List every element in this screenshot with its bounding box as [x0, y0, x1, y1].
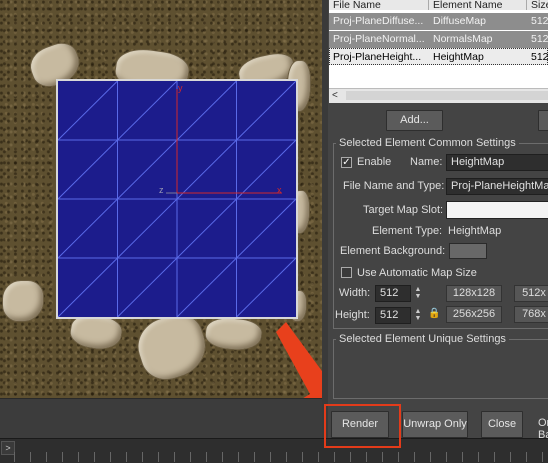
size-preset-128-button[interactable]: 128x128: [446, 285, 502, 302]
target-slot-label: Target Map Slot:: [363, 204, 444, 216]
name-label: Name:: [410, 156, 443, 168]
width-field[interactable]: 512: [375, 285, 411, 302]
target-slot-field[interactable]: [446, 201, 548, 219]
table-cell-size: 512x512: [531, 33, 548, 45]
element-type-value: HeightMap: [448, 225, 502, 237]
timeline-expand-button[interactable]: >: [1, 441, 15, 455]
filename-field[interactable]: Proj-PlaneHeightMap: [446, 178, 548, 195]
add-element-button[interactable]: Add...: [386, 110, 443, 131]
unique-settings-group: Selected Element Unique Settings: [333, 333, 548, 399]
height-spinner-icon[interactable]: ▲ ▼: [412, 308, 424, 323]
table-cell-size: 512x512: [531, 15, 548, 27]
table-row[interactable]: Proj-PlaneNormal... NormalsMap 512x512: [329, 31, 548, 48]
column-header-element-name[interactable]: Element Name: [429, 0, 527, 10]
unwrap-only-button[interactable]: Unwrap Only: [402, 411, 468, 438]
height-field[interactable]: 512: [375, 307, 411, 324]
height-label: Height:: [335, 309, 370, 321]
background-color-swatch[interactable]: [449, 243, 487, 259]
uv-wireframe: [58, 81, 296, 317]
scrollbar-thumb[interactable]: [346, 91, 548, 100]
unique-settings-legend: Selected Element Unique Settings: [339, 333, 506, 345]
auto-size-label: Use Automatic Map Size: [357, 267, 477, 279]
gizmo-y-label: y: [178, 83, 183, 93]
timeline-ticks[interactable]: [14, 452, 548, 462]
table-row-selected[interactable]: Proj-PlaneHeight... HeightMap 512x512: [329, 48, 548, 65]
uv-plane[interactable]: y x z: [56, 79, 298, 319]
edit-element-button[interactable]: [538, 110, 548, 131]
ori-label: Ori: [538, 417, 548, 429]
column-header-file-name[interactable]: File Name: [329, 0, 429, 10]
table-cell-file: Proj-PlaneNormal...: [333, 33, 425, 45]
render-highlight-box: [324, 404, 401, 448]
table-row[interactable]: Proj-PlaneDiffuse... DiffuseMap 512x512: [329, 13, 548, 30]
enable-label: Enable: [357, 156, 392, 168]
background-label: Element Background:: [340, 245, 446, 257]
auto-size-checkbox[interactable]: [341, 267, 352, 278]
size-preset-256-button[interactable]: 256x256: [446, 306, 502, 323]
filename-label: File Name and Type:: [343, 180, 445, 192]
size-preset-512-button[interactable]: 512x: [514, 285, 548, 302]
table-cell-element: DiffuseMap: [433, 15, 486, 27]
enable-checkbox[interactable]: ✓: [341, 157, 352, 168]
scroll-left-icon[interactable]: <: [332, 90, 338, 101]
table-cell-element: NormalsMap: [433, 33, 493, 45]
rock-left: [2, 280, 44, 322]
width-spinner-icon[interactable]: ▲ ▼: [412, 286, 424, 301]
table-cell-file: Proj-PlaneDiffuse...: [333, 15, 424, 27]
original-baked-labels: Ori Ba: [538, 417, 548, 441]
close-button[interactable]: Close: [481, 411, 523, 438]
gizmo-z-label: z: [159, 185, 164, 195]
gizmo-x-label: x: [277, 185, 282, 195]
width-label: Width:: [339, 287, 371, 299]
column-header-size[interactable]: Size: [527, 0, 548, 10]
name-field[interactable]: HeightMap: [446, 154, 548, 171]
rock-bottom-mid: [203, 315, 264, 353]
table-cell-element: HeightMap: [433, 51, 484, 63]
table-cell-size: 512x512: [531, 51, 548, 63]
size-preset-768-button[interactable]: 768x: [514, 306, 548, 323]
rock-bottom-center: [130, 307, 214, 387]
lock-icon[interactable]: 🔒: [428, 308, 440, 320]
output-table[interactable]: File Name Element Name Size Proj-PlaneDi…: [329, 0, 548, 88]
ba-label: Ba: [538, 429, 548, 441]
viewport-status-strip: [0, 398, 322, 439]
common-settings-legend: Selected Element Common Settings: [339, 137, 516, 149]
table-cell-file: Proj-PlaneHeight...: [333, 51, 422, 63]
element-type-label: Element Type:: [372, 225, 443, 237]
panel-scroll-edge[interactable]: [322, 0, 328, 438]
